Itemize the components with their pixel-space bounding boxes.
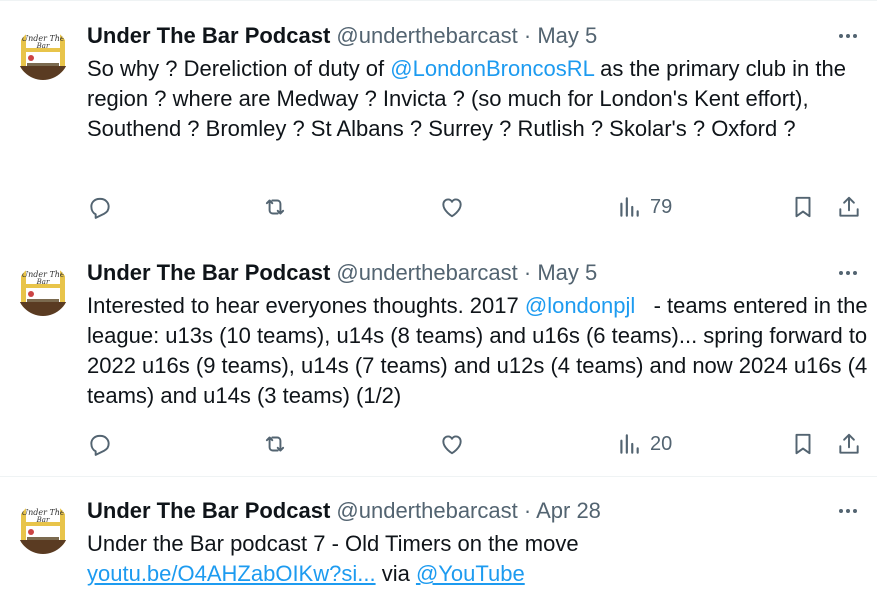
views-bar-chart-icon	[620, 197, 639, 217]
more-horizontal-icon	[839, 271, 857, 275]
heart-icon	[442, 435, 462, 455]
reply-button[interactable]	[87, 429, 113, 459]
mention-link[interactable]: @LondonBroncosRL	[390, 56, 594, 81]
mention-link[interactable]: @londonpjl	[525, 293, 635, 318]
reply-icon	[90, 434, 110, 456]
separator-dot: ·	[523, 498, 532, 523]
tweet-actions: 20	[87, 429, 863, 459]
tweet-header: Under The Bar Podcast @underthebarcast ·…	[87, 260, 857, 286]
author-name[interactable]: Under The Bar Podcast	[87, 498, 330, 523]
more-options-button[interactable]	[835, 498, 861, 524]
tweet-date[interactable]: May 5	[537, 23, 597, 48]
avatar[interactable]: Under The Bar	[17, 264, 69, 316]
more-horizontal-icon	[839, 509, 857, 513]
tweet[interactable]: Under The Bar Under The Bar Podcast @und…	[0, 0, 877, 240]
tweet-text-part: Interested to hear everyones thoughts. 2…	[87, 293, 525, 318]
bookmark-button[interactable]	[790, 192, 816, 222]
like-button[interactable]	[439, 192, 465, 222]
views-bar-chart-icon	[620, 434, 639, 454]
avatar-logo: Under The Bar	[17, 28, 69, 80]
separator-dot: ·	[523, 23, 532, 48]
share-button[interactable]	[836, 192, 862, 222]
tweet[interactable]: Under The Bar Under The Bar Podcast @und…	[0, 477, 877, 586]
svg-text:Bar: Bar	[36, 516, 50, 524]
youtube-link[interactable]: youtu.be/O4AHZabOIKw?si...	[87, 561, 376, 586]
views-button[interactable]: 20	[616, 429, 672, 459]
views-count: 20	[650, 432, 673, 455]
tweet-text-part: So why ? Dereliction of duty of	[87, 56, 391, 81]
avatar-logo: Under The Bar	[17, 264, 69, 316]
author-name[interactable]: Under The Bar Podcast	[87, 23, 330, 48]
bookmark-icon	[795, 433, 811, 455]
bookmark-button[interactable]	[790, 429, 816, 459]
retweet-icon	[265, 436, 285, 452]
author-handle[interactable]: @underthebarcast	[336, 498, 517, 523]
bookmark-icon	[795, 196, 811, 218]
share-icon	[839, 196, 859, 217]
tweet-header: Under The Bar Podcast @underthebarcast ·…	[87, 498, 857, 524]
share-icon	[839, 433, 859, 454]
retweet-button[interactable]	[261, 429, 289, 459]
tweet-date[interactable]: Apr 28	[536, 498, 601, 523]
tweet-date[interactable]: May 5	[537, 260, 597, 285]
avatar-logo: Under The Bar	[17, 502, 69, 554]
views-count: 79	[650, 195, 673, 218]
tweet-header: Under The Bar Podcast @underthebarcast ·…	[87, 23, 857, 49]
heart-icon	[442, 198, 462, 218]
via-text: via	[375, 561, 416, 586]
like-button[interactable]	[439, 429, 465, 459]
tweet-text-line: Under the Bar podcast 7 - Old Timers on …	[87, 531, 579, 556]
views-button[interactable]: 79	[616, 192, 672, 222]
mention-link[interactable]: @YouTube	[416, 561, 525, 586]
more-horizontal-icon	[839, 34, 857, 38]
timeline-feed: Under The Bar Under The Bar Podcast @und…	[0, 0, 877, 586]
more-options-button[interactable]	[835, 23, 861, 49]
tweet-actions: 79	[87, 192, 863, 222]
author-handle[interactable]: @underthebarcast	[336, 23, 517, 48]
separator-dot: ·	[523, 260, 532, 285]
svg-text:Bar: Bar	[36, 42, 50, 50]
reply-icon	[90, 197, 110, 219]
retweet-button[interactable]	[261, 192, 289, 222]
more-options-button[interactable]	[835, 260, 861, 286]
tweet[interactable]: Under The Bar Under The Bar Podcast @und…	[0, 239, 877, 477]
retweet-icon	[265, 199, 285, 215]
svg-text:Bar: Bar	[36, 278, 50, 286]
tweet-text: Interested to hear everyones thoughts. 2…	[87, 291, 869, 411]
author-name[interactable]: Under The Bar Podcast	[87, 260, 330, 285]
author-handle[interactable]: @underthebarcast	[336, 260, 517, 285]
tweet-text: So why ? Dereliction of duty of @LondonB…	[87, 54, 869, 144]
tweet-text: Under the Bar podcast 7 - Old Timers on …	[87, 529, 869, 589]
avatar[interactable]: Under The Bar	[17, 502, 69, 554]
share-button[interactable]	[836, 429, 862, 459]
reply-button[interactable]	[87, 192, 113, 222]
avatar[interactable]: Under The Bar	[17, 28, 69, 80]
